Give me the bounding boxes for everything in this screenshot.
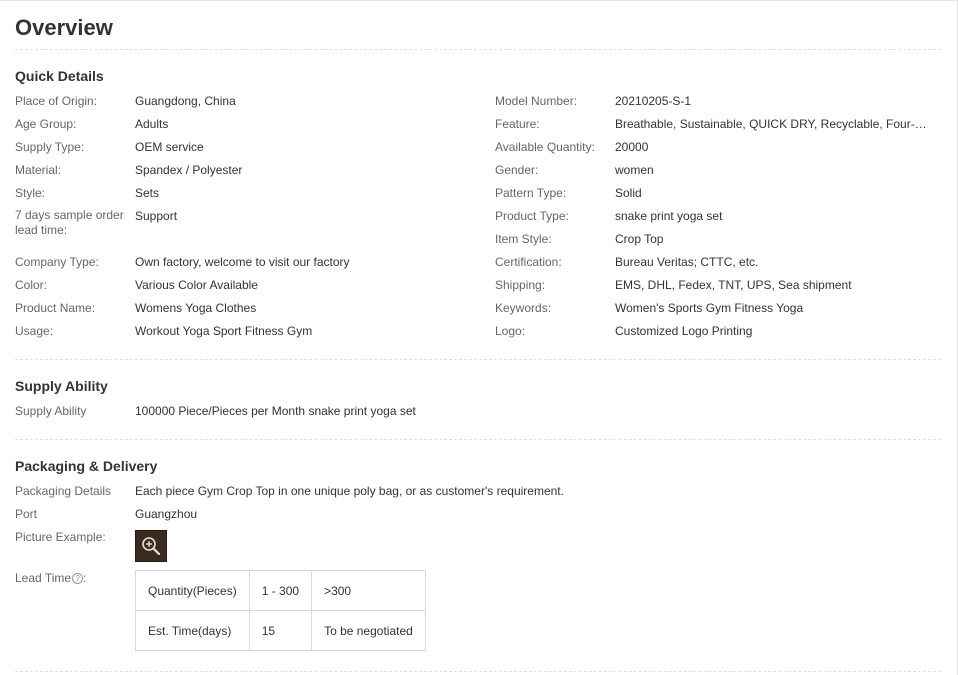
detail-label: Usage: [15,324,54,338]
detail-row: Keywords: Women's Sports Gym Fitness Yog… [495,300,940,316]
table-row: Est. Time(days) 15 To be negotiated [135,610,426,651]
supply-ability-heading: Supply Ability [15,378,108,394]
overview-panel: Overview Quick Details Place of Origin: … [0,0,958,675]
detail-label: Color: [15,278,48,292]
detail-label: 7 days sample order lead time: [15,208,124,237]
detail-row: Color: Various Color Available [15,277,485,293]
detail-label: Available Quantity: [495,140,595,154]
detail-row: Model Number: 20210205-S-1 [495,93,940,109]
table-cell: >300 [311,570,426,611]
detail-label: Item Style: [495,232,552,246]
detail-label: Certification: [495,255,562,269]
detail-value: 20210205-S-1 [615,94,692,108]
detail-label: Product Name: [15,301,96,315]
detail-value: Support [135,209,178,223]
detail-value: EMS, DHL, Fedex, TNT, UPS, Sea shipment [615,278,852,292]
lead-time-row: Lead Time?: [15,570,133,586]
detail-row: 7 days sample order lead time: Support [15,208,485,240]
detail-value: Adults [135,117,169,131]
detail-row: Product Name: Womens Yoga Clothes [15,300,485,316]
detail-label: Product Type: [495,209,569,223]
port-label: Port [15,507,38,521]
detail-value: Own factory, welcome to visit our factor… [135,255,350,269]
supply-ability-value: 100000 Piece/Pieces per Month snake prin… [135,404,416,418]
detail-label: Place of Origin: [15,94,98,108]
detail-value: Various Color Available [135,278,258,292]
supply-ability-label: Supply Ability [15,404,87,418]
detail-row: Feature: Breathable, Sustainable, QUICK … [495,116,940,132]
detail-row: Available Quantity: 20000 [495,139,940,155]
detail-row: Material: Spandex / Polyester [15,162,485,178]
packaging-details-label: Packaging Details [15,484,112,498]
detail-value: Bureau Veritas; CTTC, etc. [615,255,759,269]
quick-details-heading: Quick Details [15,68,104,84]
lead-time-label: Lead Time?: [15,571,87,585]
page-title: Overview [15,15,113,40]
divider [15,359,941,360]
detail-value: Customized Logo Printing [615,324,753,338]
detail-label: Style: [15,186,46,200]
divider [15,49,941,50]
picture-example-row: Picture Example: [15,529,133,545]
detail-value: OEM service [135,140,204,154]
picture-example-label: Picture Example: [15,530,106,544]
detail-label: Shipping: [495,278,546,292]
supply-ability-row: Supply Ability 100000 Piece/Pieces per M… [15,403,615,419]
help-icon[interactable]: ? [72,573,84,585]
detail-value: snake print yoga set [615,209,723,223]
detail-label: Logo: [495,324,526,338]
detail-label: Material: [15,163,62,177]
detail-row: Company Type: Own factory, welcome to vi… [15,254,485,270]
detail-row: Shipping: EMS, DHL, Fedex, TNT, UPS, Sea… [495,277,940,293]
detail-row: Item Style: Crop Top [495,231,940,247]
detail-row: Usage: Workout Yoga Sport Fitness Gym [15,323,485,339]
detail-label: Model Number: [495,94,578,108]
detail-value: Guangdong, China [135,94,236,108]
detail-value: Breathable, Sustainable, QUICK DRY, Recy… [615,117,937,131]
detail-value: Womens Yoga Clothes [135,301,257,315]
divider [15,671,941,672]
port-value: Guangzhou [135,507,198,521]
packaging-details-value: Each piece Gym Crop Top in one unique po… [135,484,564,498]
detail-row: Product Type: snake print yoga set [495,208,940,224]
packaging-details-row: Packaging Details Each piece Gym Crop To… [15,483,715,499]
detail-value: Spandex / Polyester [135,163,243,177]
picture-example-thumbnail[interactable] [135,530,167,562]
detail-row: Age Group: Adults [15,116,485,132]
zoom-icon [142,537,161,556]
detail-row: Supply Type: OEM service [15,139,485,155]
packaging-heading: Packaging & Delivery [15,458,158,474]
detail-label: Gender: [495,163,539,177]
detail-value: Women's Sports Gym Fitness Yoga [615,301,804,315]
detail-row: Pattern Type: Solid [495,185,940,201]
detail-row: Style: Sets [15,185,485,201]
detail-label: Company Type: [15,255,99,269]
table-cell: To be negotiated [311,610,426,651]
detail-value: Workout Yoga Sport Fitness Gym [135,324,313,338]
detail-value: Sets [135,186,160,200]
detail-value: 20000 [615,140,649,154]
detail-row: Place of Origin: Guangdong, China [15,93,485,109]
table-cell: Est. Time(days) [135,610,250,651]
lead-time-table: Quantity(Pieces) 1 - 300 >300 Est. Time(… [135,570,426,651]
table-cell: 15 [248,610,313,651]
detail-value: Crop Top [615,232,664,246]
detail-row: Logo: Customized Logo Printing [495,323,940,339]
detail-row: Certification: Bureau Veritas; CTTC, etc… [495,254,940,270]
detail-row: Gender: women [495,162,940,178]
table-row: Quantity(Pieces) 1 - 300 >300 [135,570,426,611]
detail-value: Solid [615,186,642,200]
detail-label: Keywords: [495,301,552,315]
divider [15,439,941,440]
detail-value: women [615,163,654,177]
port-row: Port Guangzhou [15,506,485,522]
detail-label: Feature: [495,117,540,131]
detail-label: Age Group: [15,117,77,131]
detail-label: Pattern Type: [495,186,567,200]
table-cell: 1 - 300 [248,570,313,611]
detail-label: Supply Type: [15,140,85,154]
table-cell: Quantity(Pieces) [135,570,250,611]
